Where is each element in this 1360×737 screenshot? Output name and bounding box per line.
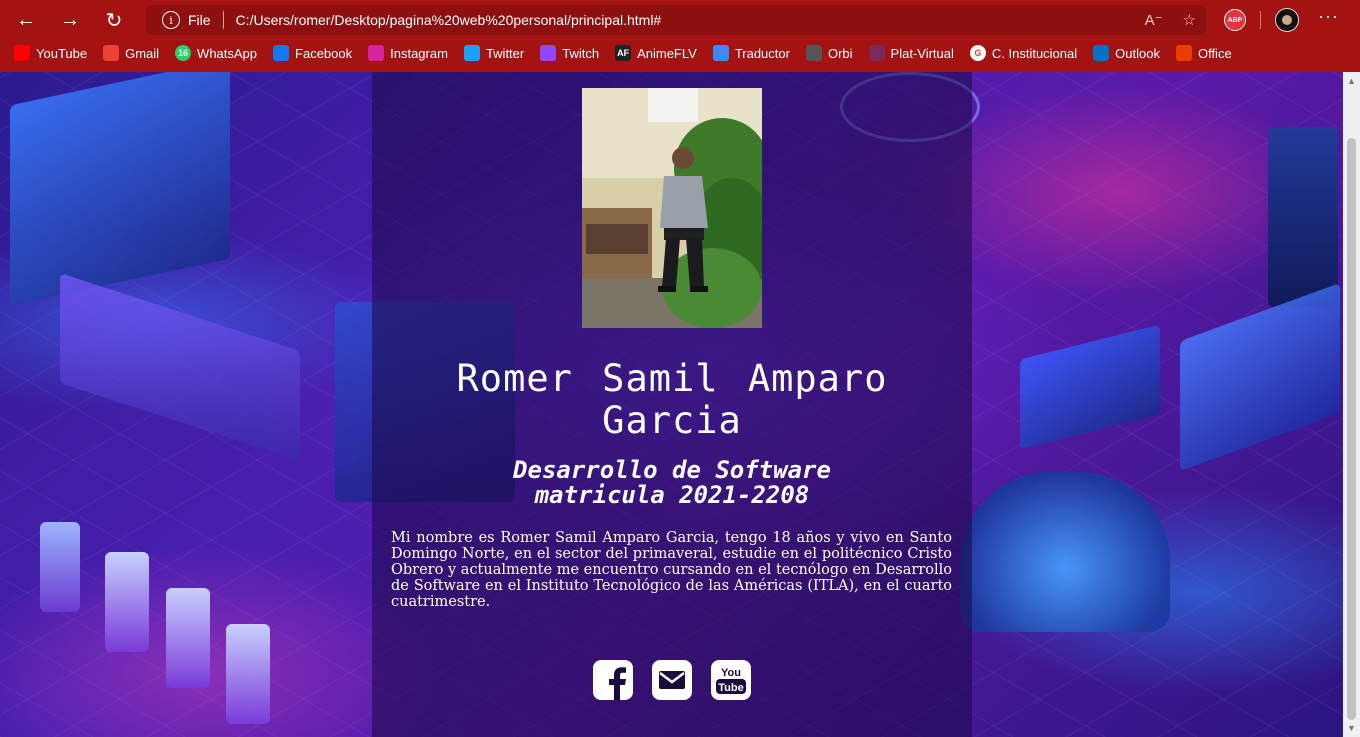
bookmark-animeflv[interactable]: AF AnimeFLV	[615, 45, 697, 61]
bookmark-orbi[interactable]: Orbi	[805, 45, 853, 61]
subtitle-enrollment: matricula 2021-2208	[534, 481, 810, 509]
email-glyph	[652, 660, 692, 700]
bookmark-instagram[interactable]: Instagram	[368, 45, 448, 61]
cloud-illustration	[960, 472, 1170, 632]
toolbar-divider	[1260, 11, 1261, 29]
whatsapp-icon: 16	[175, 45, 192, 61]
server-illustration	[166, 588, 210, 688]
bookmark-label: Outlook	[1115, 45, 1160, 61]
instagram-icon	[368, 45, 385, 61]
bookmark-facebook[interactable]: Facebook	[273, 45, 352, 61]
bookmark-label: Orbi	[827, 45, 853, 61]
bookmark-label: AnimeFLV	[637, 45, 697, 61]
server-illustration	[226, 624, 270, 724]
bookmark-plat-virtual[interactable]: Plat-Virtual	[868, 45, 954, 61]
adblock-label: ABP	[1227, 16, 1243, 24]
adblock-extension-icon[interactable]: ABP	[1224, 9, 1246, 31]
info-icon[interactable]: i	[162, 11, 180, 29]
facebook-glyph	[593, 660, 633, 700]
bookmark-twitter[interactable]: Twitter	[463, 45, 525, 61]
youtube-label-bottom: Tube	[718, 682, 743, 694]
page-background: Romer Samil Amparo Garcia Desarrollo de …	[0, 72, 1343, 737]
more-options-icon[interactable]: ···	[1318, 6, 1339, 27]
bookmark-label: C. Institucional	[991, 45, 1078, 61]
google-icon: G	[969, 45, 986, 61]
bookmark-label: Instagram	[390, 45, 448, 61]
facebook-icon	[273, 45, 290, 61]
facebook-icon[interactable]	[593, 660, 633, 700]
bookmark-label: Plat-Virtual	[890, 45, 954, 61]
scheme-label: File	[188, 12, 211, 28]
youtube-icon[interactable]: You Tube	[711, 660, 751, 700]
bookmark-youtube[interactable]: YouTube	[14, 45, 87, 61]
browser-toolbar: ← → ↻ i File C:/Users/romer/Desktop/pagi…	[0, 0, 1360, 40]
bookmark-label: YouTube	[36, 45, 88, 61]
plat-virtual-icon	[868, 45, 885, 61]
profile-avatar[interactable]	[1275, 8, 1299, 32]
address-divider	[222, 11, 224, 29]
social-links: You Tube	[593, 660, 751, 700]
bookmark-label: WhatsApp	[197, 45, 258, 61]
cabinet-illustration	[1268, 127, 1338, 307]
bookmark-whatsapp[interactable]: 16 WhatsApp	[175, 45, 257, 61]
read-aloud-icon[interactable]: A⁻	[1145, 11, 1163, 29]
profile-photo-image	[582, 88, 762, 328]
server-illustration	[40, 522, 80, 612]
favorite-star-icon[interactable]: ☆	[1183, 11, 1196, 29]
translate-icon	[712, 45, 729, 61]
address-bar[interactable]: i File C:/Users/romer/Desktop/pagina%20w…	[146, 5, 1206, 35]
bookmark-label: Facebook	[295, 45, 353, 61]
bookmark-label: Gmail	[125, 45, 160, 61]
scroll-up-arrow-icon[interactable]: ▲	[1347, 76, 1356, 86]
gmail-icon	[103, 45, 120, 61]
page-scrollbar[interactable]: ▲ ▼	[1343, 72, 1360, 737]
scroll-down-arrow-icon[interactable]: ▼	[1347, 723, 1356, 733]
outlook-icon	[1093, 45, 1110, 61]
profile-photo	[582, 88, 762, 328]
profile-subtitle: Desarrollo de Software matricula 2021-22…	[392, 458, 952, 508]
subtitle-career: Desarrollo de Software	[513, 456, 831, 484]
bookmark-outlook[interactable]: Outlook	[1093, 45, 1160, 61]
bookmark-c-institucional[interactable]: G C. Institucional	[969, 45, 1078, 61]
bookmark-label: Traductor	[734, 45, 790, 61]
bookmark-label: Twitch	[562, 45, 600, 61]
bookmarks-bar: YouTube Gmail 16 WhatsApp Facebook Instagram T…	[0, 40, 1360, 66]
back-arrow-icon[interactable]: ←	[8, 4, 44, 36]
bookmark-gmail[interactable]: Gmail	[103, 45, 159, 61]
youtube-icon	[14, 45, 30, 61]
forward-arrow-icon[interactable]: →	[52, 4, 88, 36]
scrollbar-thumb[interactable]	[1347, 138, 1356, 720]
url-text[interactable]: C:/Users/romer/Desktop/pagina%20web%20pe…	[236, 12, 662, 28]
office-icon	[1175, 45, 1192, 61]
bookmark-office[interactable]: Office	[1175, 45, 1232, 61]
profile-bio: Mi nombre es Romer Samil Amparo Garcia, …	[391, 530, 952, 610]
bookmark-label: Twitter	[485, 45, 525, 61]
profile-name: Romer Samil Amparo Garcia	[456, 357, 888, 442]
refresh-icon[interactable]: ↻	[96, 4, 132, 36]
bookmark-twitch[interactable]: Twitch	[540, 45, 599, 61]
orbi-icon	[805, 45, 822, 61]
animeflv-icon: AF	[615, 45, 632, 61]
twitter-icon	[463, 45, 480, 61]
email-icon[interactable]	[652, 660, 692, 700]
youtube-glyph: You Tube	[711, 660, 751, 700]
twitch-icon	[540, 45, 557, 61]
bookmark-traductor[interactable]: Traductor	[712, 45, 790, 61]
youtube-label-top: You	[721, 667, 741, 679]
bookmark-label: Office	[1197, 45, 1232, 61]
server-illustration	[105, 552, 149, 652]
